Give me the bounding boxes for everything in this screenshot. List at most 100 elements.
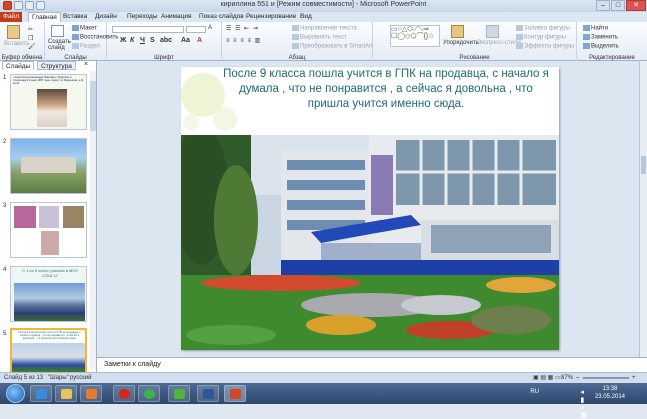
taskbar-app[interactable]	[138, 385, 160, 402]
view-buttons[interactable]: ▣ ▤ ▦ ▭	[533, 373, 561, 383]
slide-thumbnail-2[interactable]	[10, 138, 87, 194]
photo-1	[14, 206, 36, 228]
bold-icon[interactable]: Ж	[120, 37, 126, 44]
taskbar-powerpoint[interactable]	[224, 385, 246, 402]
slide-thumbnail-4[interactable]: С 1 по 9 класс училась в МОУ СОШ 12	[10, 266, 87, 322]
smartart-button[interactable]: Преобразовать в SmartArt	[292, 43, 373, 50]
shape-effects-button[interactable]: Эффекты фигуры	[516, 43, 574, 50]
current-slide[interactable]: После 9 класса пошла учится в ГПК на про…	[181, 67, 559, 350]
tab-slides[interactable]: Слайды	[2, 61, 35, 70]
arrange-button[interactable]: Упорядочить	[443, 40, 479, 46]
shape-fill-button[interactable]: Заливка фигуры	[516, 25, 570, 32]
slides-pane-scrollbar[interactable]	[90, 71, 96, 369]
select-button[interactable]: Выделить	[583, 43, 619, 50]
maximize-button[interactable]: □	[611, 0, 625, 11]
photo-4	[41, 231, 59, 255]
media-icon	[86, 389, 97, 399]
tab-review[interactable]: Рецензирование	[246, 12, 296, 22]
font-size-combo[interactable]	[186, 26, 206, 33]
grow-font-icon[interactable]: A	[208, 25, 212, 31]
font-color-icon[interactable]: A	[197, 37, 202, 44]
group-font: A Ж К Ч S abc Aa A Шрифт	[107, 22, 222, 61]
zoom-in-icon[interactable]: +	[632, 373, 636, 383]
title-bar: кириллина 551 и [Режим совместимости] - …	[0, 0, 647, 12]
taskbar-word[interactable]	[197, 385, 219, 402]
clock[interactable]: 13:38 23.05.2014	[595, 385, 625, 401]
clock-date: 23.05.2014	[594, 394, 625, 400]
taskbar-explorer[interactable]	[55, 385, 77, 402]
opera-icon	[119, 389, 130, 399]
text-direction-icon	[292, 25, 299, 31]
smartart-label: Преобразовать в SmartArt	[300, 43, 373, 50]
photo-3	[63, 206, 84, 228]
school-photo	[14, 283, 85, 321]
close-pane-icon[interactable]: ×	[84, 61, 88, 68]
clock-time: 13:38	[602, 386, 618, 392]
quick-styles-icon[interactable]	[486, 25, 499, 38]
minimize-button[interactable]: –	[596, 0, 610, 11]
strikethrough-icon[interactable]: abc	[160, 37, 172, 44]
slide-thumbnail-3[interactable]	[10, 202, 87, 258]
language-tray[interactable]: RU	[530, 389, 539, 395]
shapes-gallery[interactable]: ▭○△⬭⟋⟍⇒ ☐◯◇⬠⌒{}☆	[390, 25, 440, 47]
shadow-icon[interactable]: S	[150, 37, 155, 44]
slide-thumbnail-1[interactable]: • Кириллина Александра Павловна • Родила…	[10, 74, 87, 130]
font-name-combo[interactable]	[112, 26, 184, 33]
quick-styles-button[interactable]: Экспресс-стили	[477, 40, 521, 46]
scrollbar-thumb[interactable]	[641, 156, 646, 174]
ribbon: Вставить ✂ ❐ 🖌 Буфер обмена Создать слай…	[0, 22, 647, 61]
scrollbar-thumb[interactable]	[90, 81, 96, 131]
clover-icon	[174, 389, 185, 399]
paste-icon[interactable]	[7, 25, 20, 39]
tab-home[interactable]: Главная	[28, 12, 61, 22]
replace-button[interactable]: Заменить	[583, 34, 618, 41]
start-button[interactable]	[6, 384, 25, 403]
find-button[interactable]: Найти	[583, 25, 608, 32]
close-button[interactable]: ✕	[626, 0, 646, 11]
taskbar-opera[interactable]	[113, 385, 135, 402]
slides-pane: Слайды Структура × 1 • Кириллина Алексан…	[0, 61, 97, 384]
cut-icon[interactable]: ✂	[28, 26, 33, 33]
underline-icon[interactable]: Ч	[140, 37, 145, 44]
zoom-level[interactable]: 87%	[561, 373, 573, 383]
slide-title[interactable]: После 9 класса пошла учится в ГПК на про…	[221, 67, 551, 135]
change-case-icon[interactable]: Aa	[181, 37, 190, 44]
tab-transitions[interactable]: Переходы	[127, 12, 158, 22]
notes-pane[interactable]: Заметки к слайду	[97, 357, 647, 372]
taskbar: RU ◂ ▮ ♪ ▦ 13:38 23.05.2014	[0, 383, 647, 419]
tab-slideshow[interactable]: Показ слайдов	[199, 12, 244, 22]
bullets-icon[interactable]: ☰ ☰ ⇤ ⇥	[226, 25, 259, 32]
section-button[interactable]: Раздел	[72, 43, 100, 50]
paste-button[interactable]: Вставить	[4, 41, 29, 47]
zoom-slider[interactable]	[583, 377, 629, 379]
notes-placeholder: Заметки к слайду	[104, 361, 161, 368]
tab-design[interactable]: Дизайн	[95, 12, 117, 22]
taskbar-ie[interactable]	[30, 385, 52, 402]
tab-view[interactable]: Вид	[300, 12, 312, 22]
workspace-scrollbar[interactable]	[639, 61, 647, 357]
text-direction-button[interactable]: Направление текста	[292, 25, 357, 32]
arrange-icon[interactable]	[451, 25, 464, 38]
language-indicator[interactable]: русский	[70, 373, 92, 383]
italic-icon[interactable]: К	[130, 37, 134, 44]
tab-animation[interactable]: Анимация	[161, 12, 192, 22]
align-text-label: Выровнять текст	[300, 34, 347, 41]
align-text-button[interactable]: Выровнять текст	[292, 34, 347, 41]
shape-outline-button[interactable]: Контур фигуры	[516, 34, 566, 41]
college-building-photo[interactable]	[181, 135, 559, 350]
new-slide-button[interactable]: Создать слайд	[48, 39, 71, 51]
shape-outline-label: Контур фигуры	[524, 34, 566, 41]
tab-file[interactable]: Файл	[0, 12, 22, 22]
layout-button[interactable]: Макет	[72, 25, 97, 32]
tab-insert[interactable]: Вставка	[63, 12, 87, 22]
format-painter-icon[interactable]: 🖌	[28, 43, 36, 50]
slide-counter: Слайд 5 из 13	[4, 375, 44, 381]
tab-outline[interactable]: Структура	[37, 61, 76, 70]
align-icon[interactable]: ≡ ≡ ≡ ≡ ▥	[226, 37, 261, 44]
taskbar-clover[interactable]	[168, 385, 190, 402]
new-slide-icon[interactable]	[51, 25, 64, 37]
taskbar-media[interactable]	[80, 385, 102, 402]
zoom-out-icon[interactable]: –	[576, 373, 579, 383]
reset-icon	[72, 34, 79, 40]
copy-icon[interactable]: ❐	[28, 35, 33, 42]
